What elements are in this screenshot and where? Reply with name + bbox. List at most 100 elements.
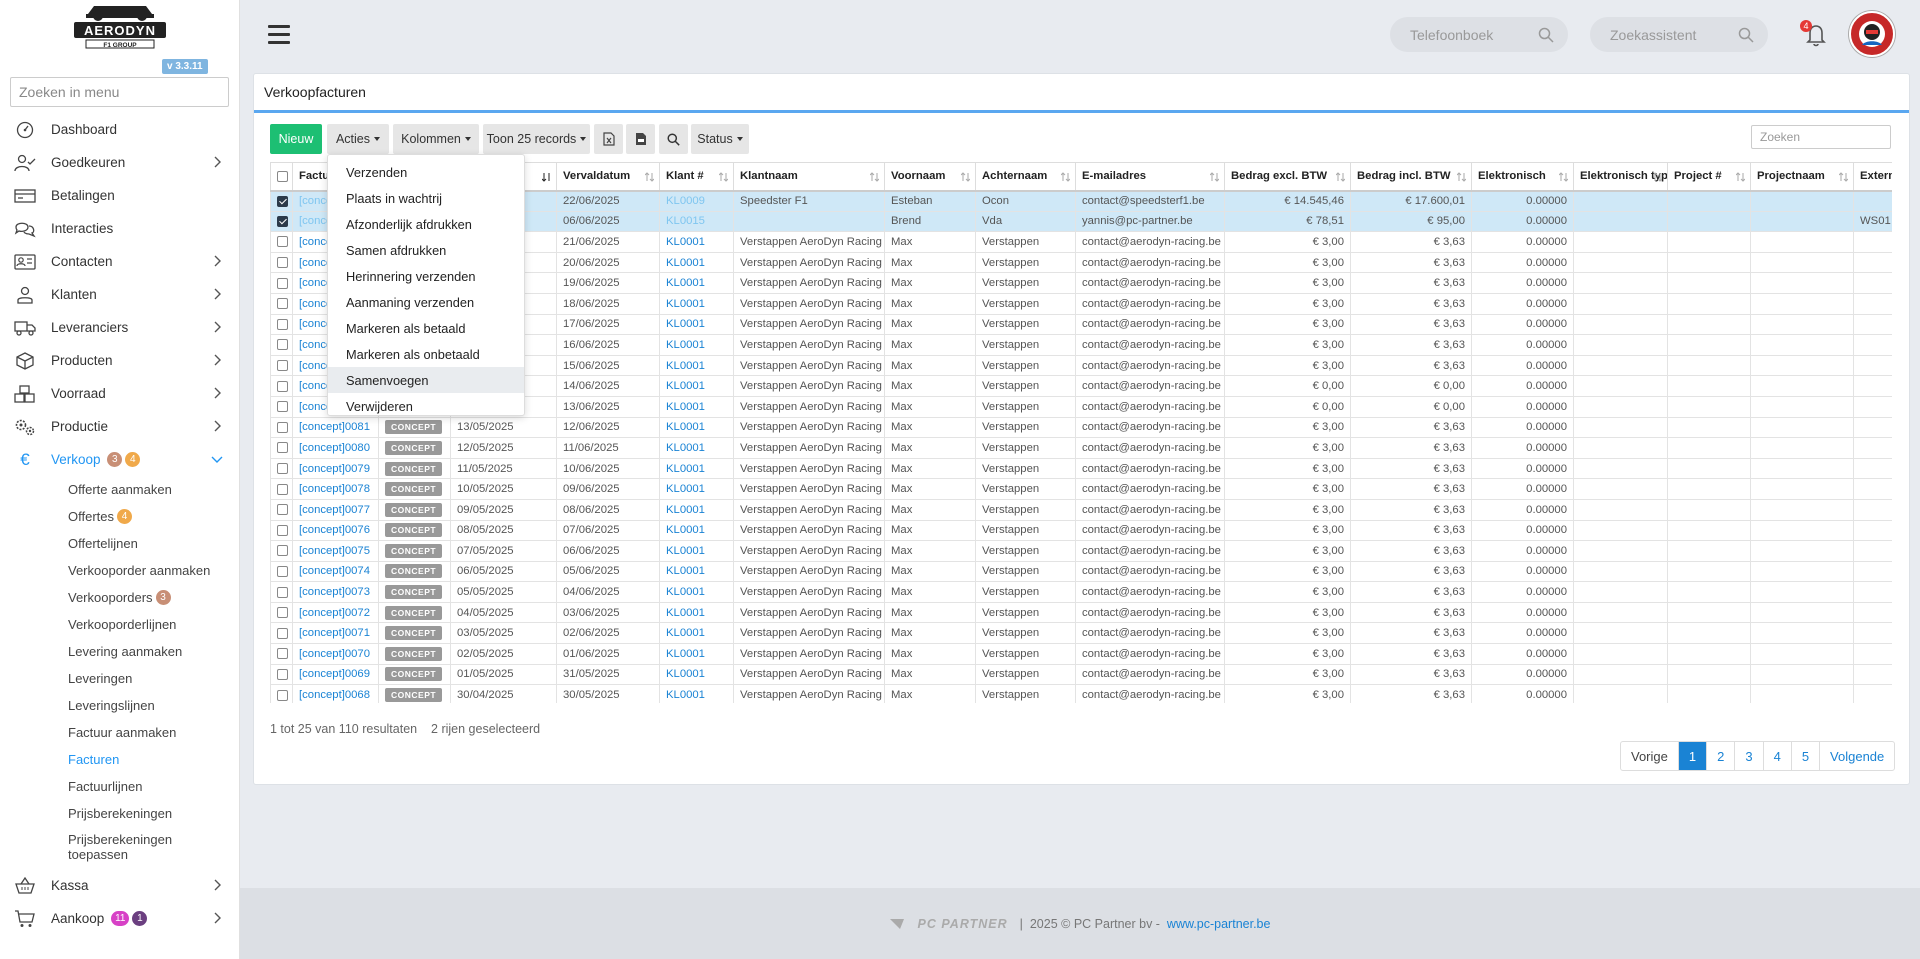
customer-number-link[interactable]: KL0001 [659,437,734,459]
col-header-bedrag-excl[interactable]: Bedrag excl. BTW [1224,162,1351,192]
row-checkbox[interactable] [277,586,288,598]
sidebar-item-verkoop[interactable]: € Verkoop 34 [0,443,239,476]
row-select-cell[interactable] [270,251,293,274]
sidebar-item-interacties[interactable]: Interacties [0,212,239,245]
customer-number-link[interactable]: KL0001 [659,334,734,356]
col-header-project[interactable]: Project # [1667,162,1751,192]
table-row[interactable]: [concept]0069 CONCEPT 01/05/2025 31/05/2025… [270,663,1892,686]
customer-number-link[interactable]: KL0001 [659,416,734,439]
pagination-page-2[interactable]: 2 [1706,742,1734,770]
subitem-verkooporders[interactable]: Verkooporders 3 [0,584,239,611]
table-row[interactable]: [concept]0081 CONCEPT 13/05/2025 12/06/2025… [270,416,1892,439]
subitem-offertelijnen[interactable]: Offertelijnen [0,530,239,557]
table-row[interactable]: [concept]0074 CONCEPT 06/05/2025 05/06/2025… [270,560,1892,583]
select-all-header[interactable] [270,162,293,192]
subitem-factuur-aanmaken[interactable]: Factuur aanmaken [0,719,239,746]
menu-item-plaats-in-wachtrij[interactable]: Plaats in wachtrij [328,185,524,211]
row-checkbox[interactable] [277,298,288,310]
row-checkbox[interactable] [277,463,288,475]
row-checkbox[interactable] [277,215,288,227]
col-header-elektronisch-type[interactable]: Elektronisch type [1573,162,1668,192]
table-row[interactable]: [concept]0079 CONCEPT 11/05/2025 10/06/2025… [270,457,1892,480]
subitem-verkooporder-aanmaken[interactable]: Verkooporder aanmaken [0,557,239,584]
sidebar-item-productie[interactable]: Productie [0,410,239,443]
row-select-cell[interactable] [270,560,293,583]
invoice-number-link[interactable]: [concept]0073 [292,581,379,603]
subitem-levering-aanmaken[interactable]: Levering aanmaken [0,638,239,665]
invoice-number-link[interactable]: [concept]0081 [292,416,379,439]
sidebar-item-dashboard[interactable]: Dashboard [0,113,239,146]
row-checkbox[interactable] [277,565,288,577]
row-select-cell[interactable] [270,643,293,665]
row-select-cell[interactable] [270,601,293,624]
customer-number-link[interactable]: KL0001 [659,498,734,521]
invoice-number-link[interactable]: [concept]0071 [292,622,379,645]
col-header-achternaam[interactable]: Achternaam [975,162,1076,192]
pagination-prev[interactable]: Vorige [1621,742,1678,770]
menu-item-samenvoegen[interactable]: Samenvoegen [328,367,524,393]
table-row[interactable]: [concept]0068 CONCEPT 30/04/2025 30/05/2025… [270,684,1892,703]
row-select-cell[interactable] [270,395,293,418]
subitem-prijsberekeningen-toepassen[interactable]: Prijsberekeningen toepassen [0,827,239,867]
invoice-number-link[interactable]: [concept]0080 [292,437,379,459]
row-checkbox[interactable] [277,689,288,701]
customer-number-link[interactable]: KL0001 [659,395,734,418]
row-checkbox[interactable] [277,483,288,495]
new-button[interactable]: Nieuw [270,124,322,154]
row-select-cell[interactable] [270,313,293,336]
excel-export-button[interactable] [594,124,623,154]
sidebar-item-producten[interactable]: Producten [0,344,239,377]
col-header-extern[interactable]: Extern [1853,162,1892,192]
customer-number-link[interactable]: KL0001 [659,375,734,397]
row-select-cell[interactable] [270,684,293,703]
row-select-cell[interactable] [270,519,293,542]
customer-number-link[interactable]: KL0001 [659,622,734,645]
row-checkbox[interactable] [277,339,288,351]
customer-number-link[interactable]: KL0001 [659,292,734,315]
show-records-button[interactable]: Toon 25 records [483,124,590,154]
customer-number-link[interactable]: KL0001 [659,684,734,703]
row-checkbox[interactable] [277,401,288,413]
table-row[interactable]: [concept]0073 CONCEPT 05/05/2025 04/06/2025… [270,581,1892,603]
sidebar-item-klanten[interactable]: Klanten [0,278,239,311]
sidebar-item-contacten[interactable]: Contacten [0,245,239,278]
columns-dropdown-button[interactable]: Kolommen [393,124,479,154]
invoice-number-link[interactable]: [concept]0074 [292,560,379,583]
sidebar-item-goedkeuren[interactable]: Goedkeuren [0,146,239,179]
row-checkbox[interactable] [277,257,288,269]
row-checkbox[interactable] [277,380,288,392]
customer-number-link[interactable]: KL0015 [659,210,734,233]
row-select-cell[interactable] [270,354,293,377]
customer-number-link[interactable]: KL0001 [659,581,734,603]
col-header-email[interactable]: E-mailadres [1075,162,1225,192]
notifications-bell[interactable]: 4 [1800,20,1830,48]
pdf-export-button[interactable] [626,124,655,154]
row-checkbox[interactable] [277,421,288,433]
table-row[interactable]: [concept]0075 CONCEPT 07/05/2025 06/06/2025… [270,540,1892,562]
col-header-bedrag-incl[interactable]: Bedrag incl. BTW [1350,162,1472,192]
phonebook-search[interactable]: Telefoonboek [1390,17,1568,52]
sidebar-item-voorraad[interactable]: Voorraad [0,377,239,410]
col-header-elektronisch[interactable]: Elektronisch [1471,162,1574,192]
col-header-klantnaam[interactable]: Klantnaam [733,162,885,192]
table-row[interactable]: [concept]0072 CONCEPT 04/05/2025 03/06/2025… [270,601,1892,624]
row-checkbox[interactable] [277,442,288,454]
subitem-verkooporderlijnen[interactable]: Verkooporderlijnen [0,611,239,638]
customer-number-link[interactable]: KL0001 [659,251,734,274]
subitem-offerte-aanmaken[interactable]: Offerte aanmaken [0,476,239,503]
actions-dropdown-button[interactable]: Acties [327,124,389,154]
row-checkbox[interactable] [277,504,288,516]
customer-number-link[interactable]: KL0001 [659,354,734,377]
status-dropdown-button[interactable]: Status [691,124,749,154]
pagination-page-3[interactable]: 3 [1734,742,1762,770]
pagination-next[interactable]: Volgende [1819,742,1894,770]
aerodyn-logo[interactable]: AERODYN F1 GROUP [72,2,168,56]
row-checkbox[interactable] [277,236,288,248]
row-select-cell[interactable] [270,437,293,459]
invoice-number-link[interactable]: [concept]0068 [292,684,379,703]
table-row[interactable]: [concept]0077 CONCEPT 09/05/2025 08/06/2025… [270,498,1892,521]
invoice-number-link[interactable]: [concept]0079 [292,457,379,480]
menu-item-markeren-onbetaald[interactable]: Markeren als onbetaald [328,341,524,367]
invoice-number-link[interactable]: [concept]0075 [292,540,379,562]
customer-number-link[interactable]: KL0001 [659,663,734,686]
